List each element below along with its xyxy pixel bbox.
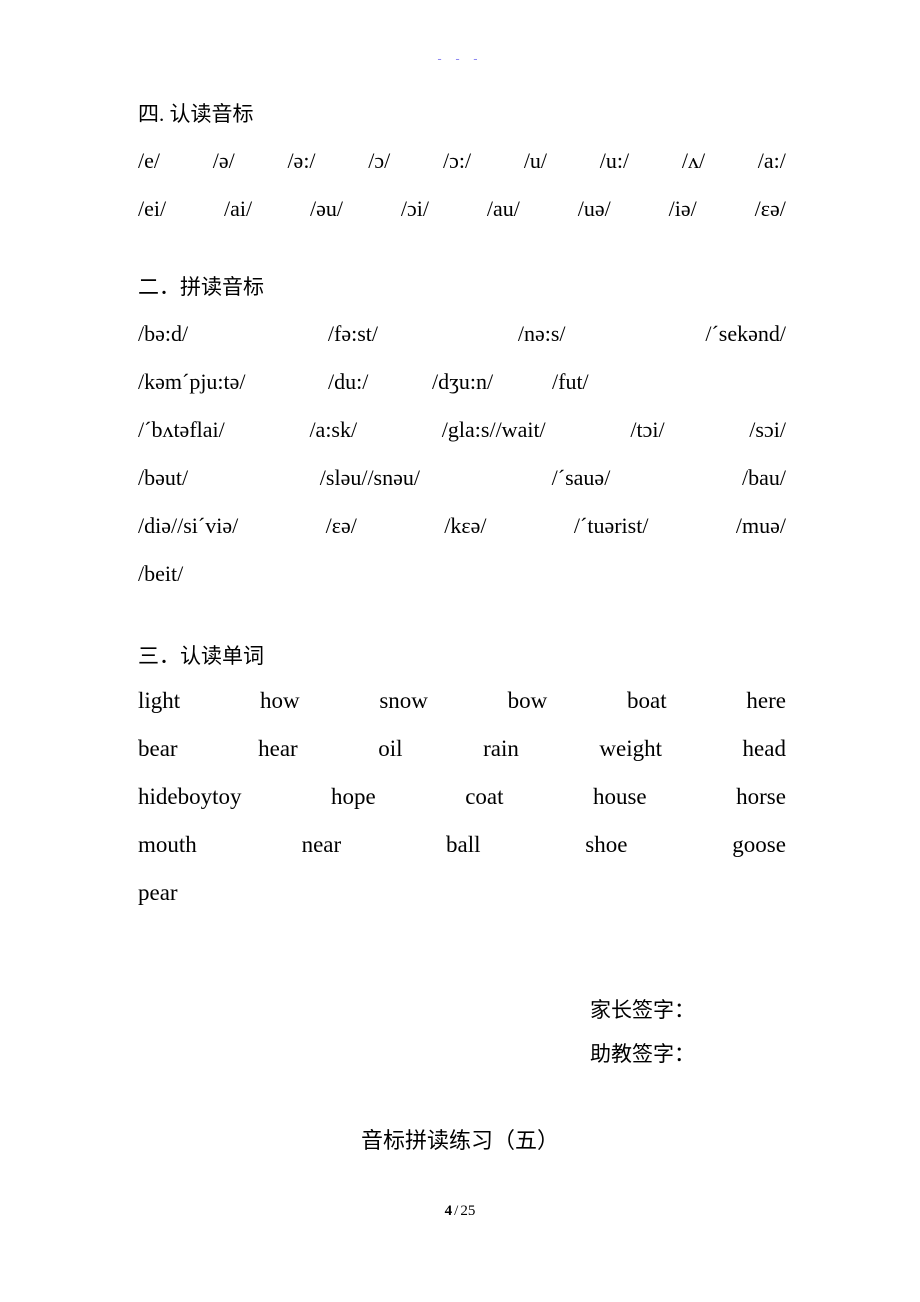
spelling-token: /bəut/ xyxy=(138,465,189,490)
spelling-token: /beit/ xyxy=(138,561,184,586)
section-heading: 四. 认读音标 xyxy=(138,102,254,126)
phonetic-row: /ei/ /ai/ /əu/ /ɔi/ /au/ /uə/ /iə/ /ɛə/ xyxy=(138,185,786,233)
spelling-token: /´bʌtəflai/ xyxy=(138,417,225,442)
spelling-token: /bau/ xyxy=(742,465,786,490)
spelling-row: /´bʌtəflai/ /a:sk/ /gla:s//wait/ /tɔi/ /… xyxy=(138,406,786,454)
word-row: pear xyxy=(138,869,786,917)
spelling-row: /diə//si´viə/ /ɛə/ /kɛə/ /´tuərist/ /muə… xyxy=(138,502,786,550)
word-token: here xyxy=(746,688,786,713)
word-row: hideboytoy hope coat house horse xyxy=(138,773,786,821)
spelling-token: /diə//si´viə/ xyxy=(138,513,239,538)
word-row: light how snow bow boat here xyxy=(138,677,786,725)
phonetic-token: /ɔ:/ xyxy=(442,148,472,173)
word-token: bear xyxy=(138,736,178,761)
section-spell-phonetics: 二．拼读音标 /bə:d/ /fə:st/ /nə:s/ /´sekənd/ /… xyxy=(138,277,786,598)
spelling-token: /nə:s/ xyxy=(517,321,566,346)
spelling-token: /´sauə/ xyxy=(551,465,611,490)
word-token: ball xyxy=(445,832,481,857)
document-content: 四. 认读音标 /e/ /ə/ /ə:/ /ɔ/ /ɔ:/ /u/ /u:/ /… xyxy=(138,104,786,917)
word-token: rain xyxy=(483,736,519,761)
word-token: near xyxy=(301,832,342,857)
phonetic-token: /u:/ xyxy=(599,148,630,173)
spelling-token: /tɔi/ xyxy=(630,417,665,442)
word-token: how xyxy=(259,688,300,713)
word-token: hope xyxy=(330,784,376,809)
word-row: mouth near ball shoe goose xyxy=(138,821,786,869)
page-footer: 4/25 xyxy=(0,1204,920,1219)
spelling-token: /fut/ xyxy=(552,369,589,394)
spelling-token: /bə:d/ xyxy=(138,321,189,346)
word-row: bear hear oil rain weight head xyxy=(138,725,786,773)
spelling-rows: /bə:d/ /fə:st/ /nə:s/ /´sekənd/ /kəm´pju… xyxy=(138,310,786,598)
phonetic-token: /ɛə/ xyxy=(754,196,786,221)
spelling-token: /ɛə/ xyxy=(325,513,357,538)
spelling-row: /kəm´pju:tə/ /du:/ /dʒu:n/ /fut/ xyxy=(138,358,786,406)
spelling-token: /dʒu:n/ xyxy=(432,369,494,394)
spelling-token: /´tuərist/ xyxy=(573,513,649,538)
word-token: weight xyxy=(599,736,662,761)
section-heading: 三．认读单词 xyxy=(138,644,264,668)
word-token: coat xyxy=(465,784,504,809)
phonetic-token: /iə/ xyxy=(668,196,697,221)
word-token: hear xyxy=(258,736,298,761)
spelling-token: /´sekənd/ xyxy=(705,321,786,346)
section-heading: 二．拼读音标 xyxy=(138,275,264,299)
word-token: boat xyxy=(627,688,667,713)
phonetic-token: /au/ xyxy=(486,196,520,221)
phonetic-token: /ɔ/ xyxy=(368,148,391,173)
spelling-token: /kəm´pju:tə/ xyxy=(138,369,246,394)
signature-area: 家长签字： 助教签字： xyxy=(590,988,695,1076)
spelling-token: /du:/ xyxy=(328,369,369,394)
word-token: bow xyxy=(507,688,548,713)
word-token: light xyxy=(138,688,181,713)
word-token: mouth xyxy=(138,832,197,857)
phonetic-token: /ə:/ xyxy=(287,148,316,173)
phonetic-row: /e/ /ə/ /ə:/ /ɔ/ /ɔ:/ /u/ /u:/ /ʌ/ /a:/ xyxy=(138,137,786,185)
phonetic-token: /u/ xyxy=(523,148,548,173)
word-token: head xyxy=(742,736,786,761)
word-token: oil xyxy=(378,736,403,761)
document-page: - - - 四. 认读音标 /e/ /ə/ /ə:/ /ɔ/ /ɔ:/ /u/ … xyxy=(0,0,920,1302)
phonetic-token: /ai/ xyxy=(224,196,253,221)
spelling-token: /a:sk/ xyxy=(309,417,358,442)
assistant-signature-label: 助教签字： xyxy=(590,1042,695,1066)
phonetic-token: /əu/ xyxy=(310,196,343,221)
spelling-token: /fə:st/ xyxy=(327,321,379,346)
phonetic-rows: /e/ /ə/ /ə:/ /ɔ/ /ɔ:/ /u/ /u:/ /ʌ/ /a:/ … xyxy=(138,137,786,233)
phonetic-token: /uə/ xyxy=(577,196,611,221)
spelling-token: /sɔi/ xyxy=(749,417,786,442)
spelling-row: /bə:d/ /fə:st/ /nə:s/ /´sekənd/ xyxy=(138,310,786,358)
word-token: horse xyxy=(736,784,786,809)
word-token: shoe xyxy=(585,832,628,857)
parent-signature-label: 家长签字： xyxy=(590,998,695,1022)
spelling-row: /bəut/ /sləu//snəu/ /´sauə/ /bau/ xyxy=(138,454,786,502)
spelling-token: /gla:s//wait/ xyxy=(441,417,546,442)
section-recognize-words: 三．认读单词 light how snow bow boat here bear… xyxy=(138,646,786,917)
phonetic-token: /ɔi/ xyxy=(400,196,429,221)
section-recognize-phonetics: 四. 认读音标 /e/ /ə/ /ə:/ /ɔ/ /ɔ:/ /u/ /u:/ /… xyxy=(138,104,786,233)
phonetic-token: /ei/ xyxy=(138,196,167,221)
phonetic-token: /ə/ xyxy=(212,148,235,173)
spelling-token: /kɛə/ xyxy=(444,513,487,538)
word-token: goose xyxy=(732,832,786,857)
phonetic-token: /a:/ xyxy=(757,148,786,173)
header-artifact-mark: - - - xyxy=(437,51,483,66)
spelling-token: /sləu//snəu/ xyxy=(319,465,420,490)
spelling-token: /muə/ xyxy=(735,513,786,538)
word-rows: light how snow bow boat here bear hear o… xyxy=(138,677,786,917)
spelling-row: /beit/ xyxy=(138,550,786,598)
phonetic-token: /ʌ/ xyxy=(681,148,706,173)
word-token: pear xyxy=(138,880,178,905)
total-page-count: 25 xyxy=(460,1203,476,1219)
phonetic-token: /e/ xyxy=(138,148,160,173)
word-token: snow xyxy=(379,688,428,713)
word-token: hideboytoy xyxy=(138,784,242,809)
word-token: house xyxy=(592,784,647,809)
next-exercise-title: 音标拼读练习（五） xyxy=(360,1128,559,1153)
